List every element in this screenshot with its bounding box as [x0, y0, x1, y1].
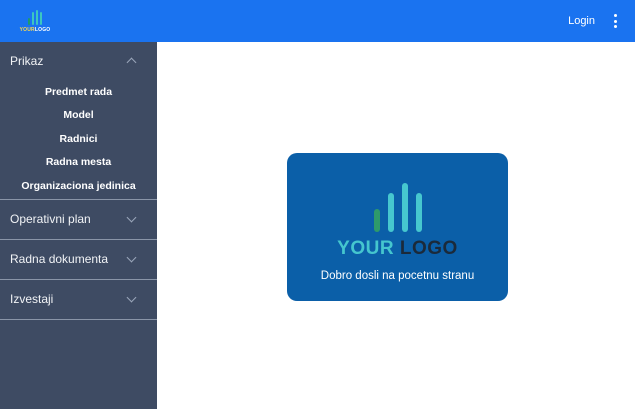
- kebab-menu-icon[interactable]: [609, 13, 621, 29]
- sidebar-item-model[interactable]: Model: [0, 104, 157, 128]
- card-logo-text: YOUR LOGO: [337, 238, 458, 259]
- welcome-message: Dobro dosli na pocetnu stranu: [320, 270, 475, 282]
- sidebar-section-label: Radna dokumenta: [10, 252, 109, 266]
- logo-text: YOURLOGO: [19, 26, 51, 33]
- sidebar-item-predmet-rada[interactable]: Predmet rada: [0, 80, 157, 104]
- sidebar-item-radnici[interactable]: Radnici: [0, 127, 157, 151]
- sidebar-section-izvestaji[interactable]: Izvestaji: [0, 280, 157, 319]
- chevron-down-icon: [126, 252, 137, 262]
- top-app-bar: YOURLOGO Login: [0, 0, 635, 42]
- login-link[interactable]: Login: [568, 15, 595, 27]
- sidebar-section-radna-dokumenta[interactable]: Radna dokumenta: [0, 240, 157, 279]
- chevron-down-icon: [126, 292, 137, 302]
- sidebar-nav: Prikaz Predmet rada Model Radnici Radna …: [0, 42, 157, 409]
- sidebar-section-prikaz[interactable]: Prikaz: [0, 42, 157, 80]
- logo-bars-icon: [373, 183, 422, 232]
- prikaz-submenu: Predmet rada Model Radnici Radna mesta O…: [0, 80, 157, 199]
- divider: [0, 318, 157, 320]
- logo-bars-icon: [28, 9, 42, 25]
- sidebar-item-radna-mesta[interactable]: Radna mesta: [0, 151, 157, 175]
- sidebar-section-operativni-plan[interactable]: Operativni plan: [0, 200, 157, 239]
- sidebar-item-organizaciona-jedinica[interactable]: Organizaciona jedinica: [0, 174, 157, 198]
- welcome-card: YOUR LOGO Dobro dosli na pocetnu stranu: [287, 153, 508, 301]
- chevron-down-icon: [126, 212, 137, 222]
- sidebar-section-label: Prikaz: [10, 54, 44, 68]
- sidebar-section-label: Operativni plan: [10, 212, 91, 226]
- sidebar-section-label: Izvestaji: [10, 292, 54, 306]
- brand-logo[interactable]: YOURLOGO: [19, 9, 51, 33]
- chevron-up-icon: [126, 57, 137, 68]
